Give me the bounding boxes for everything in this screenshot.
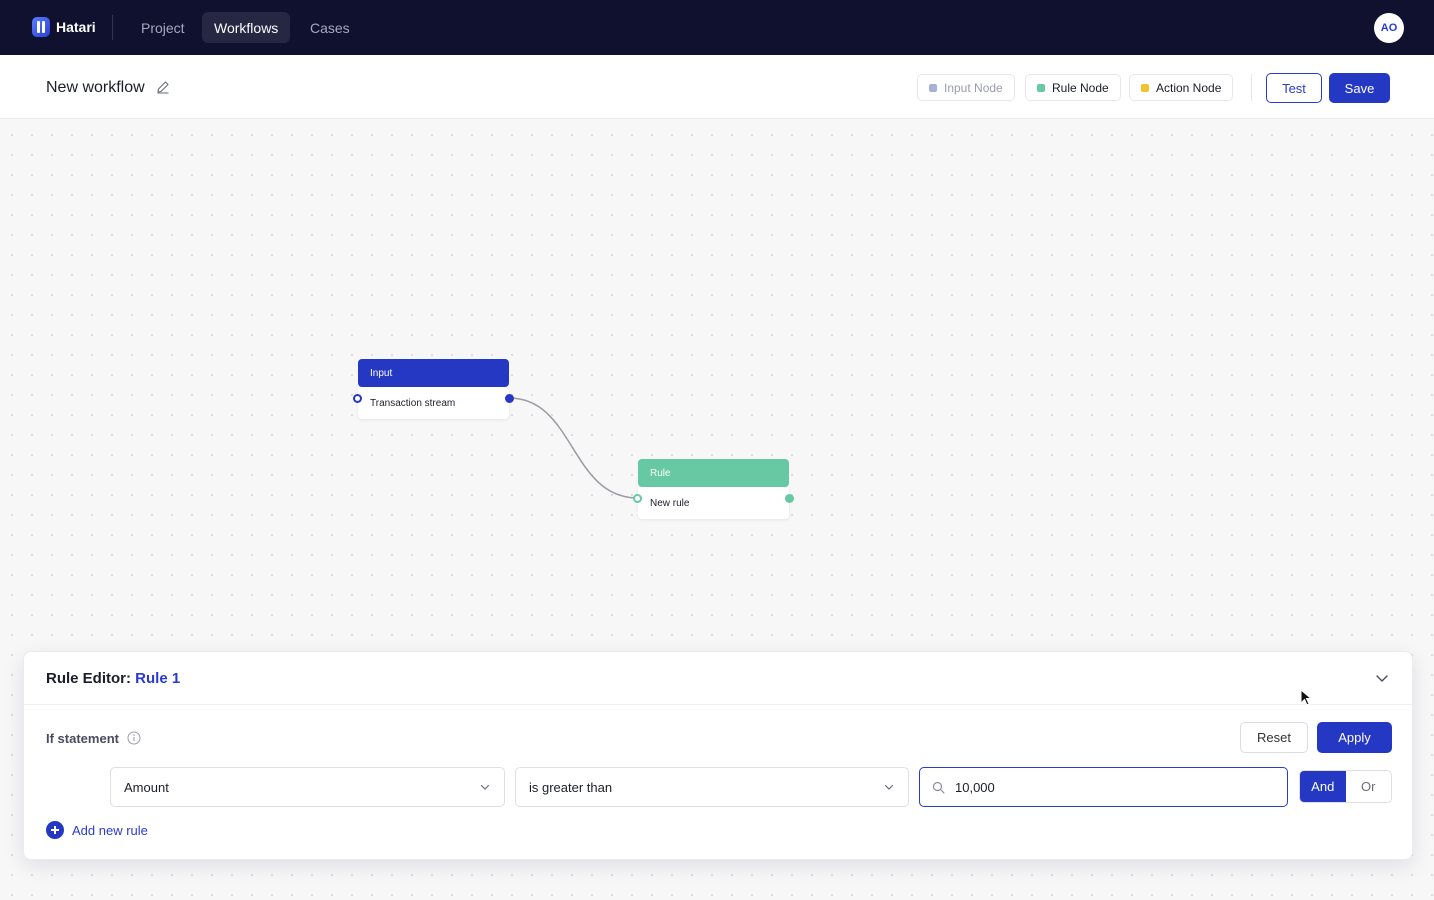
legend-label: Action Node — [1156, 80, 1222, 95]
rule-node[interactable]: Rule New rule — [638, 459, 789, 519]
legend-action-node[interactable]: Action Node — [1129, 74, 1234, 101]
header-divider — [1251, 74, 1252, 101]
chevron-down-icon — [884, 784, 894, 790]
mouse-cursor-icon — [1300, 689, 1313, 706]
and-toggle-option[interactable]: And — [1300, 771, 1346, 802]
nav-item-cases[interactable]: Cases — [298, 12, 362, 43]
legend-input-node[interactable]: Input Node — [917, 74, 1015, 101]
reset-button[interactable]: Reset — [1240, 722, 1308, 753]
workflow-header: New workflow Input Node Rule Node Action… — [0, 55, 1434, 119]
or-toggle-option[interactable]: Or — [1346, 771, 1392, 802]
value-input[interactable]: 10,000 — [919, 767, 1288, 807]
plus-circle-icon — [46, 821, 64, 839]
rule-node-swatch — [1037, 83, 1045, 92]
hatari-logo-icon — [32, 17, 50, 37]
nav-divider — [112, 15, 113, 40]
rule-editor-title: Rule Editor: Rule 1 — [46, 670, 180, 687]
node-header: Input — [358, 359, 509, 387]
rule-name: Rule 1 — [135, 670, 181, 687]
add-new-rule-button[interactable]: Add new rule — [46, 821, 148, 839]
chevron-down-icon[interactable] — [1375, 671, 1389, 685]
top-navbar: Hatari Project Workflows Cases AO — [0, 0, 1434, 55]
field-select-value: Amount — [124, 779, 169, 795]
legend-label: Input Node — [944, 80, 1003, 95]
if-statement-label: If statement — [46, 731, 119, 746]
legend-label: Rule Node — [1052, 80, 1109, 95]
user-avatar[interactable]: AO — [1374, 13, 1404, 43]
search-icon — [932, 781, 945, 794]
rule-node-out-port[interactable] — [785, 494, 794, 503]
node-header: Rule — [638, 459, 789, 487]
input-node-in-port[interactable] — [353, 394, 362, 403]
operator-select-value: is greater than — [529, 779, 613, 795]
chevron-down-icon — [480, 784, 490, 790]
value-input-text: 10,000 — [955, 779, 995, 795]
add-new-rule-label: Add new rule — [72, 822, 148, 838]
field-select[interactable]: Amount — [110, 767, 505, 807]
rule-node-in-port[interactable] — [633, 494, 642, 503]
rule-editor-title-prefix: Rule Editor: — [46, 670, 131, 687]
info-icon[interactable] — [127, 731, 141, 745]
input-node[interactable]: Input Transaction stream — [358, 359, 509, 419]
workflow-title[interactable]: New workflow — [46, 79, 145, 97]
brand-name: Hatari — [56, 19, 96, 35]
apply-button[interactable]: Apply — [1317, 722, 1392, 753]
test-button[interactable]: Test — [1266, 73, 1322, 103]
operator-select[interactable]: is greater than — [515, 767, 909, 807]
brand-logo[interactable]: Hatari — [32, 17, 96, 37]
nav-item-project[interactable]: Project — [129, 12, 197, 43]
rule-editor-header: Rule Editor: Rule 1 — [24, 652, 1412, 705]
node-label: Transaction stream — [358, 387, 509, 419]
save-button[interactable]: Save — [1329, 73, 1390, 103]
rule-editor-panel: Rule Editor: Rule 1 If statement Reset A… — [23, 651, 1413, 860]
nav-item-workflows[interactable]: Workflows — [202, 12, 291, 43]
input-node-out-port[interactable] — [505, 394, 514, 403]
action-node-swatch — [1141, 83, 1149, 92]
pencil-edit-icon[interactable] — [156, 80, 170, 94]
logic-toggle: And Or — [1299, 770, 1392, 803]
legend-rule-node[interactable]: Rule Node — [1025, 74, 1121, 101]
input-node-swatch — [929, 83, 937, 92]
node-label: New rule — [638, 487, 789, 519]
